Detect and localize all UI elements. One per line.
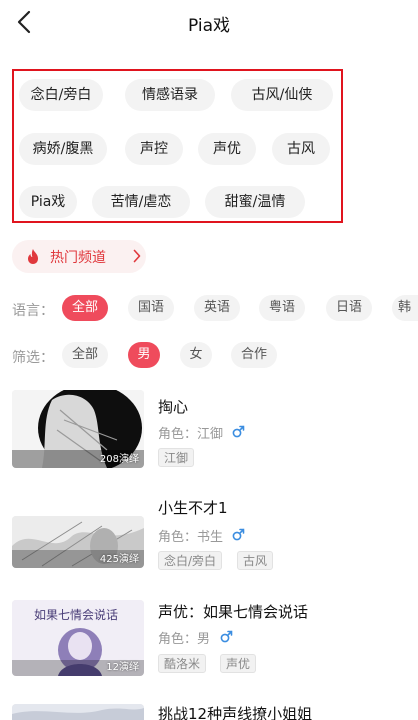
type-chip-female[interactable]: 女 <box>180 342 212 368</box>
hot-channel-label: 热门频道 <box>50 250 106 266</box>
tag-chip[interactable]: 声优 <box>198 133 256 165</box>
male-icon <box>232 425 245 438</box>
tag-chip[interactable]: 古风/仙侠 <box>231 79 333 111</box>
play-count: 425演绎 <box>99 554 139 565</box>
chevron-right-icon <box>133 249 141 263</box>
language-chip-english[interactable]: 英语 <box>194 295 240 321</box>
list-item[interactable]: 425演绎 小生不才1 角色：书生 念白/旁白 古风 <box>0 494 418 590</box>
list-item[interactable]: 208演绎 掏心 角色：江御 江御 <box>0 390 418 486</box>
language-filter-label: 语言： <box>12 303 54 319</box>
play-count: 12演绎 <box>106 662 139 673</box>
fire-icon <box>28 249 38 264</box>
language-chip-cantonese[interactable]: 粤语 <box>259 295 305 321</box>
item-title: 掏心 <box>158 398 189 416</box>
item-role: 角色：书生 <box>158 530 224 545</box>
item-title: 挑战12种声线撩小姐姐 <box>158 705 313 720</box>
header: Pia戏 <box>0 0 418 44</box>
item-tag: 古风 <box>237 551 274 570</box>
tag-chip[interactable]: 情感语录 <box>125 79 215 111</box>
type-filter-label: 筛选： <box>12 350 54 366</box>
tag-chip[interactable]: 病娇/腹黑 <box>19 133 107 165</box>
male-icon <box>232 528 245 541</box>
list-item[interactable]: 挑战12种声线撩小姐姐 <box>0 700 418 720</box>
hot-channel-button[interactable]: 热门频道 <box>12 240 146 273</box>
type-chip-all[interactable]: 全部 <box>62 342 108 368</box>
item-tag: 江御 <box>158 448 195 467</box>
list-item[interactable]: 如果七情会说话 12演绎 声优：如果七情会说话 角色：男 酷洛米 声优 <box>0 598 418 694</box>
item-thumbnail <box>12 704 144 720</box>
play-count: 208演绎 <box>99 454 139 465</box>
item-title: 声优：如果七情会说话 <box>158 603 309 621</box>
item-role: 角色：男 <box>158 632 211 647</box>
item-thumbnail: 208演绎 <box>12 390 144 468</box>
tag-chip[interactable]: 念白/旁白 <box>19 79 103 111</box>
thumbnail-art <box>12 704 144 720</box>
item-tag: 念白/旁白 <box>158 551 223 570</box>
tag-chip[interactable]: 苦情/虐恋 <box>92 186 190 218</box>
language-chip-mandarin[interactable]: 国语 <box>128 295 174 321</box>
item-thumbnail: 如果七情会说话 12演绎 <box>12 600 144 676</box>
item-tag: 声优 <box>220 654 257 673</box>
tag-chip[interactable]: 甜蜜/温情 <box>205 186 305 218</box>
item-role: 角色：江御 <box>158 427 224 442</box>
page-title: Pia戏 <box>187 16 231 36</box>
male-icon <box>220 630 233 643</box>
type-chip-collab[interactable]: 合作 <box>231 342 277 368</box>
thumbnail-caption: 如果七情会说话 <box>34 608 119 622</box>
item-tag: 酷洛米 <box>158 654 207 673</box>
item-thumbnail: 425演绎 <box>12 516 144 568</box>
item-title: 小生不才1 <box>158 499 228 517</box>
language-chip-all[interactable]: 全部 <box>62 295 108 321</box>
language-chip-japanese[interactable]: 日语 <box>326 295 372 321</box>
tag-chip[interactable]: 声控 <box>125 133 183 165</box>
tag-chip[interactable]: Pia戏 <box>19 186 77 218</box>
tag-chip[interactable]: 古风 <box>272 133 330 165</box>
language-chip-korean[interactable]: 韩 <box>392 295 418 321</box>
type-chip-male[interactable]: 男 <box>128 342 160 368</box>
